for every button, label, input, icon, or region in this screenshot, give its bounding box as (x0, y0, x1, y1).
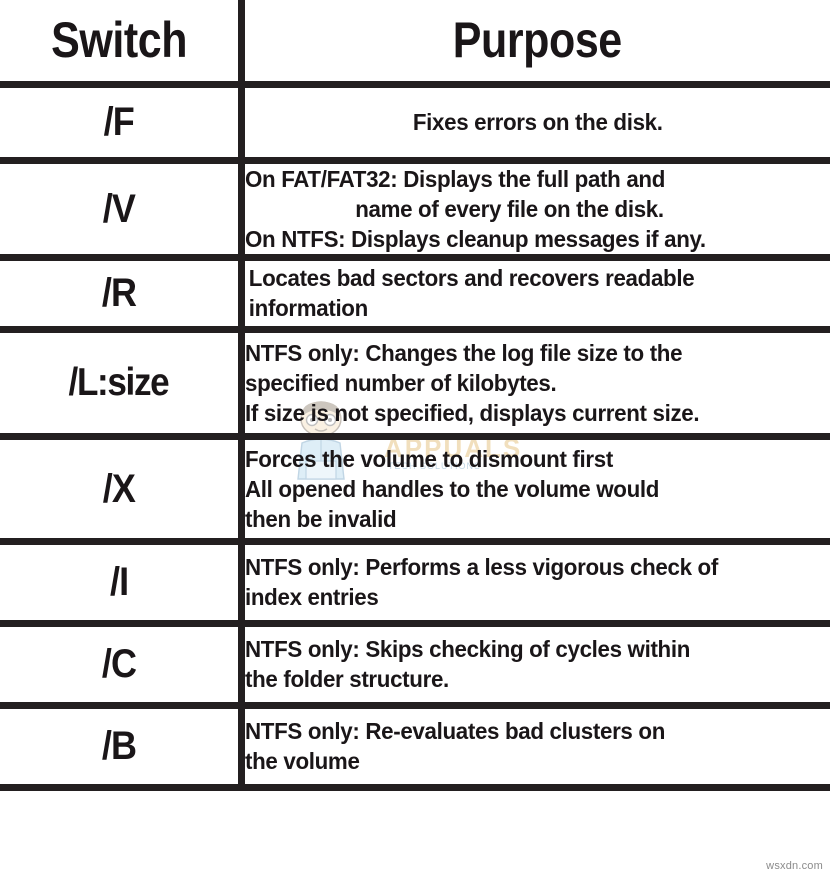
switch-label: /I (109, 560, 129, 604)
chkdsk-switch-table: Switch Purpose /F Fixes errors on the di… (0, 0, 830, 791)
column-header-switch: Switch (0, 0, 245, 88)
switch-cell: /L:size (0, 329, 245, 440)
table-row: /B NTFS only: Re-evaluates bad clusters … (0, 705, 830, 791)
purpose-cell: Fixes errors on the disk. (241, 84, 830, 164)
purpose-cell: NTFS only: Changes the log file size to … (241, 329, 830, 440)
purpose-cell: NTFS only: Performs a less vigorous chec… (241, 541, 830, 627)
table-header-row: Switch Purpose (0, 0, 830, 88)
purpose-line: name of every file on the disk. (354, 195, 664, 222)
purpose-cell: Forces the volume to dismount first All … (241, 436, 830, 545)
column-header-purpose: Purpose (241, 0, 830, 88)
purpose-line: On FAT/FAT32: Displays the full path and (244, 165, 665, 192)
purpose-line: Fixes errors on the disk. (412, 109, 663, 135)
table-row: /X Forces the volume to dismount first A… (0, 436, 830, 545)
table-row: /C NTFS only: Skips checking of cycles w… (0, 623, 830, 709)
switch-cell: /X (0, 436, 245, 545)
column-header-purpose-label: Purpose (452, 12, 622, 69)
table-row: /V On FAT/FAT32: Displays the full path … (0, 160, 830, 261)
switch-cell: /B (0, 705, 245, 791)
table-row: /L:size NTFS only: Changes the log file … (0, 329, 830, 440)
purpose-line: information (248, 295, 368, 321)
switch-cell: /R (0, 257, 245, 333)
purpose-line: the folder structure. (244, 666, 449, 692)
switch-label: /B (101, 724, 137, 768)
purpose-line: Forces the volume to dismount first (244, 445, 613, 472)
site-watermark: wsxdn.com (765, 860, 824, 872)
purpose-line: NTFS only: Re-evaluates bad clusters on (244, 718, 665, 744)
switch-label: /F (103, 100, 135, 144)
purpose-line: If size is not specified, displays curre… (244, 399, 700, 426)
purpose-line: NTFS only: Changes the log file size to … (244, 339, 683, 366)
chkdsk-switch-table-container: APPUALS TECH SOLUTIONS Switch Purpose /F (0, 0, 830, 875)
purpose-line: Locates bad sectors and recovers readabl… (248, 265, 694, 291)
purpose-cell: NTFS only: Skips checking of cycles with… (241, 623, 830, 709)
switch-cell: /I (0, 541, 245, 627)
switch-cell: /C (0, 623, 245, 709)
switch-label: /V (102, 186, 136, 231)
purpose-line: On NTFS: Displays cleanup messages if an… (244, 225, 706, 252)
column-header-switch-label: Switch (50, 12, 187, 69)
purpose-line: specified number of kilobytes. (244, 369, 557, 396)
table-body: /F Fixes errors on the disk. /V On FAT/F… (0, 84, 830, 791)
switch-label: /X (102, 466, 136, 511)
switch-cell: /V (0, 160, 245, 261)
table-row: /F Fixes errors on the disk. (0, 84, 830, 164)
switch-label: /C (101, 642, 137, 686)
purpose-line: NTFS only: Skips checking of cycles with… (244, 636, 690, 662)
purpose-line: the volume (244, 748, 360, 774)
purpose-line: index entries (244, 584, 379, 610)
switch-cell: /F (0, 84, 245, 164)
purpose-line: then be invalid (244, 505, 397, 532)
purpose-cell: On FAT/FAT32: Displays the full path and… (241, 160, 830, 261)
purpose-line: All opened handles to the volume would (244, 475, 659, 502)
switch-label: /R (101, 271, 137, 315)
purpose-line: NTFS only: Performs a less vigorous chec… (244, 554, 718, 580)
switch-label: /L:size (68, 361, 170, 404)
purpose-cell: Locates bad sectors and recovers readabl… (241, 257, 830, 333)
table-row: /I NTFS only: Performs a less vigorous c… (0, 541, 830, 627)
table-row: /R Locates bad sectors and recovers read… (0, 257, 830, 333)
purpose-cell: NTFS only: Re-evaluates bad clusters on … (241, 705, 830, 791)
